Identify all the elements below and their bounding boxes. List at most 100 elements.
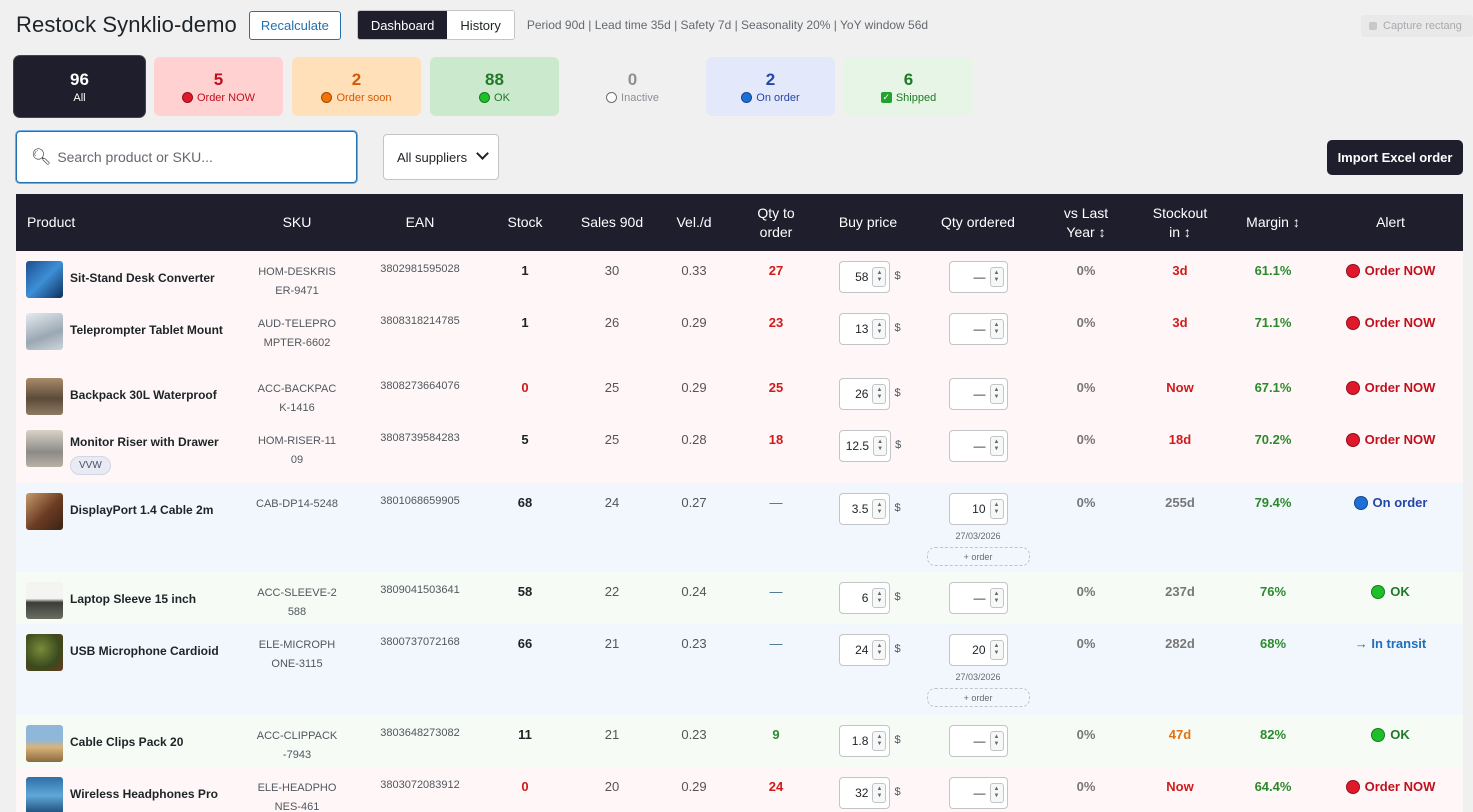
col-ean[interactable]: EAN [358, 194, 482, 251]
tab-dashboard[interactable]: Dashboard [357, 11, 448, 39]
table-row[interactable]: DisplayPort 1.4 Cable 2m CAB-DP14-5248 3… [16, 483, 1463, 572]
product-name[interactable]: Sit-Stand Desk Converter [70, 271, 215, 285]
orange-dot-icon [321, 92, 333, 103]
spinner-icon[interactable]: ▲ ▼ [872, 640, 887, 660]
spinner-icon[interactable]: ▲ ▼ [989, 436, 1004, 456]
qty-ordered-input[interactable]: — ▲ ▼ [948, 430, 1008, 462]
table-row[interactable]: Laptop Sleeve 15 inch ACC-SLEEVE-2588 38… [16, 572, 1463, 624]
supplier-select[interactable]: All suppliers [383, 134, 499, 180]
red-dot-icon [1345, 380, 1360, 395]
spinner-icon[interactable]: ▲ ▼ [872, 319, 887, 339]
filter-card-ok[interactable]: 88 OK [430, 57, 559, 116]
sku-cell: ACC-SLEEVE-2588 [257, 587, 337, 618]
col-stockout-in[interactable]: Stockout in ↕ [1132, 194, 1228, 251]
col-velocity[interactable]: Vel./d [656, 194, 732, 251]
spinner-icon[interactable]: ▲ ▼ [872, 731, 887, 751]
col-buy-price[interactable]: Buy price [820, 194, 916, 251]
spinner-icon[interactable]: ▲ ▼ [873, 436, 888, 456]
qty-ordered-input[interactable]: — ▲ ▼ [948, 582, 1008, 614]
status-badge: OK [1371, 584, 1410, 599]
buy-price-input[interactable]: 26 ▲ ▼ [839, 378, 891, 410]
capture-rectangle-button[interactable]: Capture rectang [1361, 15, 1473, 37]
qty-ordered-input[interactable]: 20 ▲ ▼ [948, 634, 1008, 666]
product-name[interactable]: DisplayPort 1.4 Cable 2m [70, 503, 213, 517]
velocity-cell: 0.29 [681, 779, 707, 794]
qty-ordered-input[interactable]: — ▲ ▼ [948, 777, 1008, 809]
spinner-icon[interactable]: ▲ ▼ [989, 640, 1004, 660]
add-order-button[interactable]: + order [926, 688, 1030, 707]
col-qty-to-order[interactable]: Qty to order [732, 194, 820, 251]
product-name[interactable]: Backpack 30L Waterproof [70, 388, 217, 402]
table-row[interactable]: USB Microphone Cardioid ELE-MICROPHONE-3… [16, 624, 1463, 715]
table-row[interactable]: Teleprompter Tablet Mount AUD-TELEPROMPT… [16, 303, 1463, 368]
table-row[interactable]: Backpack 30L Waterproof ACC-BACKPACK-141… [16, 368, 1463, 420]
card-label-wrap: On order [741, 92, 800, 104]
table-row[interactable]: Sit-Stand Desk Converter HOM-DESKRISER-9… [16, 251, 1463, 303]
col-stock[interactable]: Stock [482, 194, 568, 251]
product-thumbnail [26, 777, 63, 812]
stockout-cell: 237d [1165, 584, 1195, 599]
spinner-icon[interactable]: ▲ ▼ [989, 588, 1004, 608]
filter-card-order-now[interactable]: 5 Order NOW [154, 57, 283, 116]
filter-card-on-order[interactable]: 2 On order [706, 57, 835, 116]
spinner-icon[interactable]: ▲ ▼ [989, 384, 1004, 404]
product-name[interactable]: Cable Clips Pack 20 [70, 735, 183, 749]
supplier-selected-value: All suppliers [397, 149, 468, 165]
spinner-icon[interactable]: ▲ ▼ [989, 731, 1004, 751]
import-excel-order-button[interactable]: Import Excel order [1327, 140, 1463, 175]
col-alert[interactable]: Alert [1318, 194, 1463, 251]
qty-ordered-value: — [973, 439, 986, 453]
spinner-icon[interactable]: ▲ ▼ [872, 267, 887, 287]
filter-card-order-soon[interactable]: 2 Order soon [292, 57, 421, 116]
spinner-icon[interactable]: ▲ ▼ [989, 267, 1004, 287]
col-margin[interactable]: Margin ↕ [1228, 194, 1318, 251]
product-name[interactable]: USB Microphone Cardioid [70, 644, 219, 658]
col-vs-last-year[interactable]: vs Last Year ↕ [1040, 194, 1132, 251]
sales-cell: 22 [604, 584, 620, 599]
filter-card-all[interactable]: 96 All [14, 56, 145, 117]
qty-ordered-input[interactable]: — ▲ ▼ [948, 313, 1008, 345]
col-sku[interactable]: SKU [236, 194, 358, 251]
table-row[interactable]: Wireless Headphones Pro ELE-HEADPHONES-4… [16, 767, 1463, 812]
stockout-cell: 282d [1165, 636, 1195, 651]
qty-ordered-input[interactable]: — ▲ ▼ [948, 261, 1008, 293]
table-row[interactable]: Monitor Riser with Drawer VVW HOM-RISER-1… [16, 420, 1463, 483]
product-name[interactable]: Laptop Sleeve 15 inch [70, 592, 196, 606]
recalculate-button[interactable]: Recalculate [248, 10, 341, 40]
filter-card-inactive[interactable]: 0 Inactive [568, 57, 697, 116]
spinner-icon[interactable]: ▲ ▼ [872, 783, 887, 803]
buy-price-input[interactable]: 12.5 ▲ ▼ [838, 430, 892, 462]
buy-price-input[interactable]: 32 ▲ ▼ [839, 777, 891, 809]
yoy-cell: 0% [1076, 380, 1096, 395]
buy-price-input[interactable]: 24 ▲ ▼ [839, 634, 891, 666]
product-name[interactable]: Wireless Headphones Pro [70, 787, 218, 801]
spinner-icon[interactable]: ▲ ▼ [872, 499, 887, 519]
filter-card-shipped[interactable]: 6 ✓ Shipped [844, 57, 973, 116]
buy-price-input[interactable]: 6 ▲ ▼ [839, 582, 891, 614]
tab-history[interactable]: History [447, 11, 514, 39]
buy-price-input[interactable]: 3.5 ▲ ▼ [839, 493, 891, 525]
product-name[interactable]: Monitor Riser with Drawer [70, 435, 219, 449]
qty-ordered-input[interactable]: — ▲ ▼ [948, 725, 1008, 757]
spinner-icon[interactable]: ▲ ▼ [872, 588, 887, 608]
qty-ordered-input[interactable]: 10 ▲ ▼ [948, 493, 1008, 525]
add-order-button[interactable]: + order [926, 547, 1030, 566]
status-cards: 96 All 5 Order NOW 2 Order soon 88 OK 0 … [14, 56, 973, 117]
velocity-cell: 0.27 [681, 495, 707, 510]
spinner-icon[interactable]: ▲ ▼ [872, 384, 887, 404]
col-sales-90d[interactable]: Sales 90d [568, 194, 656, 251]
col-product[interactable]: Product [16, 194, 236, 251]
buy-price-input[interactable]: 1.8 ▲ ▼ [839, 725, 891, 757]
spinner-icon[interactable]: ▲ ▼ [989, 319, 1004, 339]
table-row[interactable]: Cable Clips Pack 20 ACC-CLIPPACK-7943 38… [16, 715, 1463, 767]
card-label: Order soon [336, 91, 392, 104]
spinner-icon[interactable]: ▲ ▼ [989, 499, 1004, 519]
buy-price-input[interactable]: 58 ▲ ▼ [839, 261, 891, 293]
check-box-icon: ✓ [880, 92, 892, 103]
col-qty-ordered[interactable]: Qty ordered [916, 194, 1040, 251]
qty-ordered-input[interactable]: — ▲ ▼ [948, 378, 1008, 410]
product-name[interactable]: Teleprompter Tablet Mount [70, 323, 223, 337]
spinner-icon[interactable]: ▲ ▼ [989, 783, 1004, 803]
buy-price-input[interactable]: 13 ▲ ▼ [839, 313, 891, 345]
search-input[interactable]: 🔍︎ Search product or SKU... [16, 131, 357, 183]
